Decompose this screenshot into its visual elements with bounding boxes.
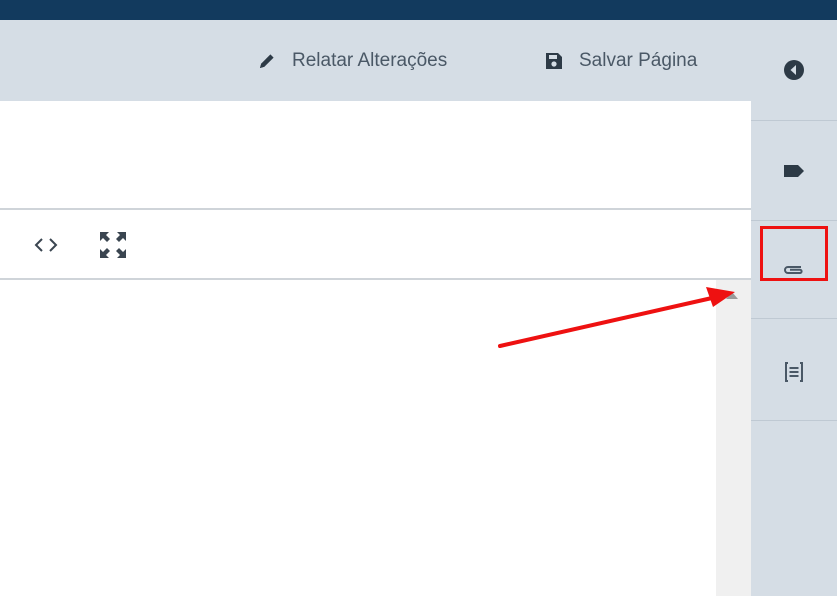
page-header: Relatar Alterações Salvar Página (0, 20, 751, 101)
report-changes-label: Relatar Alterações (292, 49, 448, 71)
collapse-left-icon (784, 60, 804, 80)
right-sidebar (751, 20, 837, 596)
divider (751, 318, 837, 319)
pencil-icon (256, 50, 278, 72)
top-bar (0, 0, 837, 20)
editor-scrollbar[interactable] (716, 280, 751, 596)
scroll-up-arrow-icon[interactable] (726, 292, 738, 299)
report-changes-button[interactable]: Relatar Alterações (256, 20, 447, 101)
save-page-label: Salvar Página (579, 49, 698, 71)
tags-button[interactable] (751, 136, 837, 206)
divider (751, 120, 837, 121)
divider (751, 420, 837, 421)
tag-icon (784, 165, 804, 177)
document-scan-button[interactable] (751, 336, 837, 408)
divider (751, 220, 837, 221)
code-view-icon[interactable] (29, 228, 63, 262)
document-scan-icon (785, 362, 803, 382)
title-area[interactable] (0, 101, 751, 208)
save-page-button[interactable]: Salvar Página (543, 20, 697, 101)
editor-toolbar (0, 210, 751, 278)
expand-fullscreen-icon[interactable] (96, 228, 130, 262)
collapse-panel-button[interactable] (751, 34, 837, 106)
annotation-highlight-box (760, 226, 828, 281)
editor-content[interactable] (0, 280, 716, 596)
floppy-disk-icon (543, 50, 565, 72)
